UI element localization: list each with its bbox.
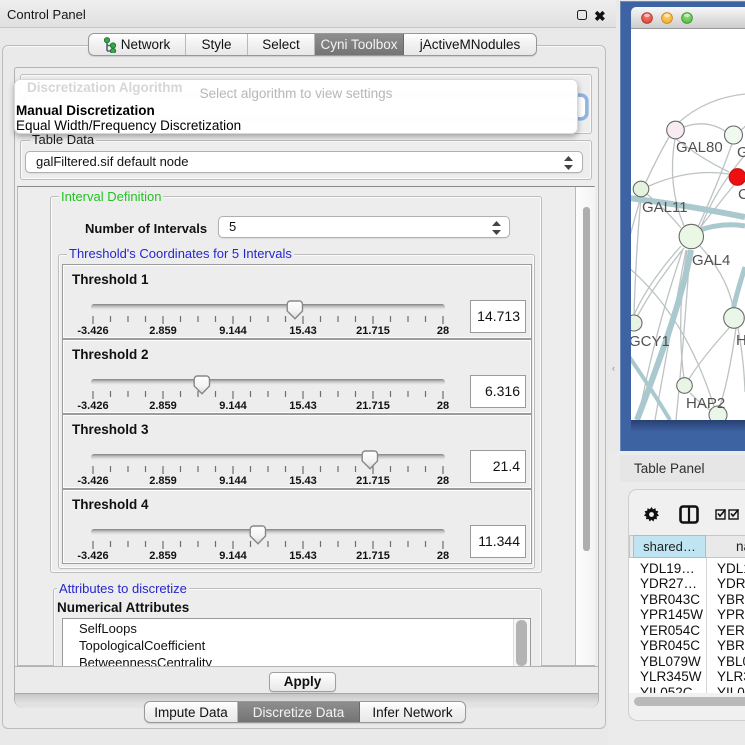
svg-text:-3.426: -3.426: [77, 550, 108, 562]
svg-text:CD: CD: [738, 186, 745, 203]
svg-text:HI: HI: [736, 332, 745, 349]
svg-text:15.43: 15.43: [289, 400, 317, 412]
svg-text:9.144: 9.144: [219, 325, 247, 337]
svg-text:HAP2: HAP2: [686, 395, 725, 412]
svg-text:2.859: 2.859: [149, 475, 177, 487]
svg-text:GA: GA: [737, 144, 745, 161]
svg-text:15.43: 15.43: [289, 550, 317, 562]
svg-text:2.859: 2.859: [149, 400, 177, 412]
svg-text:21.715: 21.715: [356, 400, 390, 412]
svg-text:9.144: 9.144: [219, 475, 247, 487]
svg-text:21.715: 21.715: [356, 550, 390, 562]
svg-text:GAL11: GAL11: [642, 199, 688, 216]
svg-text:2.859: 2.859: [149, 325, 177, 337]
svg-text:GAL4: GAL4: [692, 252, 730, 269]
svg-text:21.715: 21.715: [356, 325, 390, 337]
svg-text:GCY1: GCY1: [631, 333, 670, 350]
svg-text:-3.426: -3.426: [77, 400, 108, 412]
svg-text:-3.426: -3.426: [77, 475, 108, 487]
svg-text:9.144: 9.144: [219, 400, 247, 412]
svg-text:28: 28: [437, 550, 449, 562]
svg-text:28: 28: [437, 325, 449, 337]
svg-text:28: 28: [437, 475, 449, 487]
svg-text:28: 28: [437, 400, 449, 412]
svg-text:15.43: 15.43: [289, 475, 317, 487]
svg-text:GAL80: GAL80: [676, 139, 723, 156]
svg-text:15.43: 15.43: [289, 325, 317, 337]
svg-text:-3.426: -3.426: [77, 325, 108, 337]
svg-text:21.715: 21.715: [356, 475, 390, 487]
svg-text:2.859: 2.859: [149, 550, 177, 562]
svg-text:9.144: 9.144: [219, 550, 247, 562]
